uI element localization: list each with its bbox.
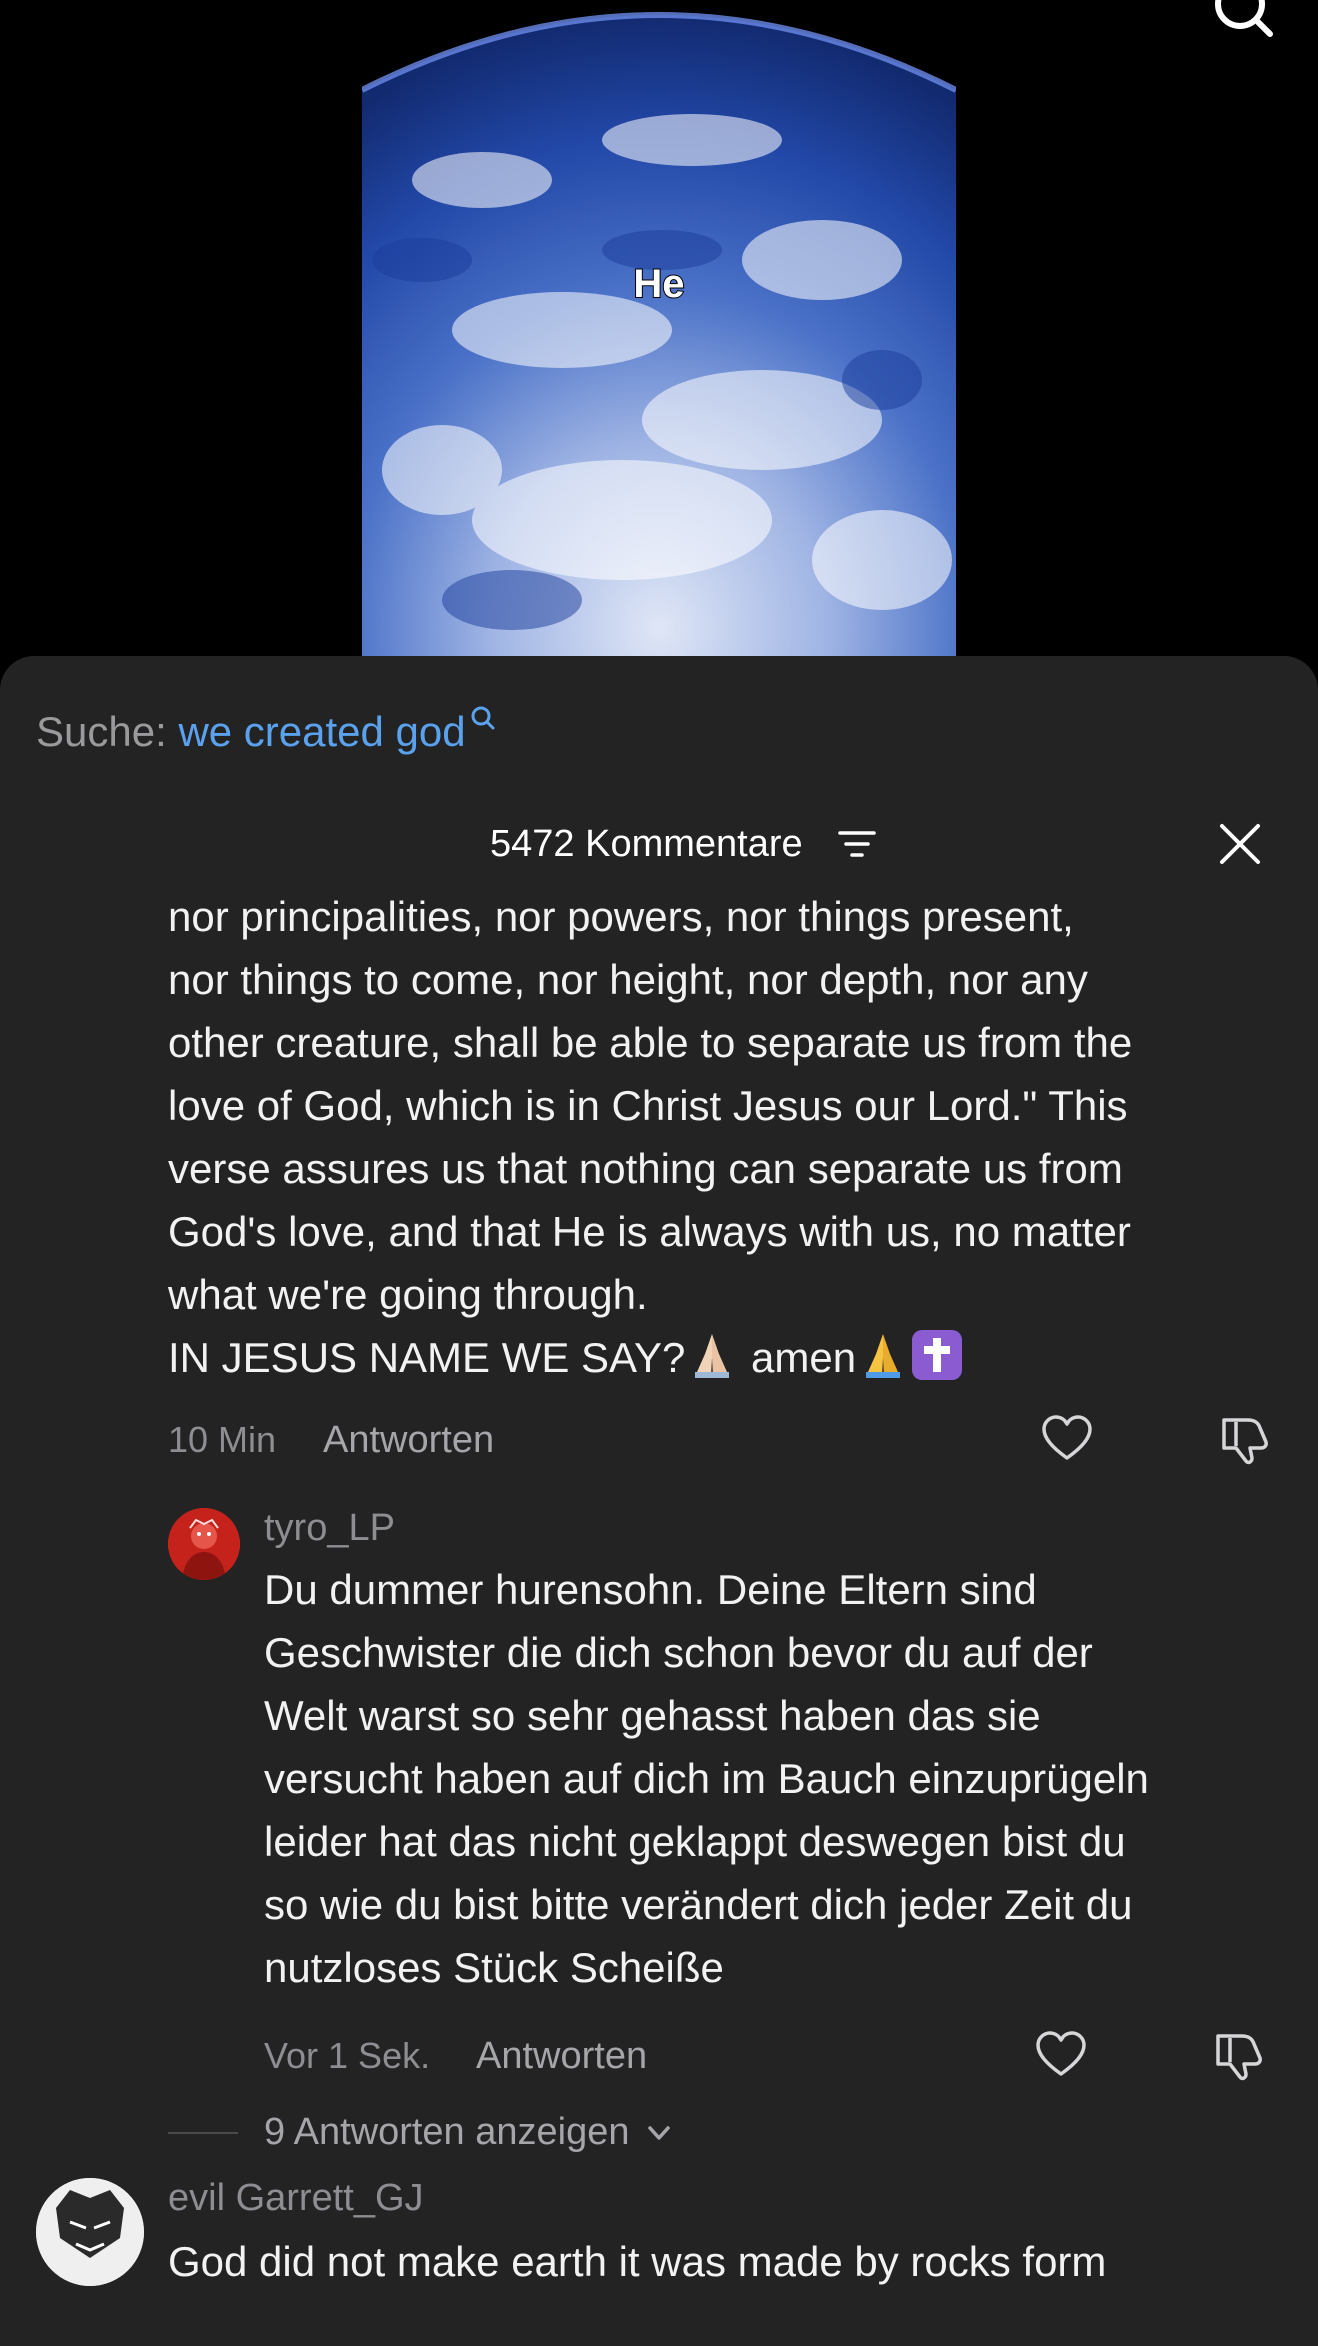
comment-time: Vor 1 Sek.	[264, 2035, 431, 2076]
comment-list[interactable]: persuaded, that neither death, nor life,…	[0, 888, 1318, 2346]
comment-text: God did not make earth it was made by ro…	[168, 2238, 1107, 2285]
comments-sheet: Suche: we created god 5472 Kommentare pe…	[0, 656, 1318, 2346]
username[interactable]: evil Garrett_GJ	[168, 2174, 424, 2222]
reply-button[interactable]: Antworten	[476, 2032, 647, 2080]
chevron-down-icon	[648, 2126, 670, 2140]
like-heart-icon[interactable]	[1040, 1412, 1094, 1466]
username[interactable]: tyro_LP	[264, 1504, 395, 1552]
search-term-link[interactable]: we created god	[178, 708, 465, 755]
search-prefix: Suche:	[36, 708, 167, 755]
avatar-image	[168, 1508, 240, 1580]
search-icon[interactable]	[1214, 0, 1274, 46]
avatar[interactable]	[168, 1508, 240, 1580]
video-player[interactable]: He	[362, 0, 956, 660]
filter-icon[interactable]	[838, 828, 876, 860]
related-search[interactable]: Suche: we created god	[36, 704, 498, 760]
folded-hands-emoji	[866, 1334, 901, 1378]
search-mini-icon	[471, 706, 495, 730]
comment-last-line: IN JESUS NAME WE SAY? amen	[168, 1326, 1278, 1389]
screen: He Suche: we created god 5472 Kommentare	[0, 0, 1318, 2346]
latin-cross-emoji	[912, 1330, 963, 1380]
dislike-icon[interactable]	[1218, 1412, 1272, 1466]
earth-video-frame	[362, 0, 956, 660]
folded-hands-light-emoji	[695, 1334, 730, 1378]
dislike-icon[interactable]	[1212, 2028, 1266, 2082]
view-replies-button[interactable]: 9 Antworten anzeigen	[264, 2108, 672, 2156]
video-caption: He	[632, 261, 685, 307]
comment-count: 5472 Kommentare	[490, 823, 803, 865]
comments-header: 5472 Kommentare	[0, 816, 1318, 876]
comment-last-line-a: IN JESUS NAME WE SAY?	[168, 1334, 686, 1381]
avatar[interactable]	[36, 2178, 144, 2286]
like-heart-icon[interactable]	[1034, 2028, 1088, 2082]
comment-time: 10 Min	[168, 1419, 277, 1460]
comment-last-line-b: amen	[739, 1334, 857, 1381]
comment-text: persuaded, that neither death, nor life,…	[168, 893, 1133, 1318]
avatar-image	[36, 2178, 144, 2286]
comment-text: Du dummer hurensohn. Deine Eltern sind G…	[264, 1566, 1149, 1991]
view-replies-label: 9 Antworten anzeigen	[264, 2111, 630, 2153]
replies-divider	[168, 2132, 238, 2134]
reply-button[interactable]: Antworten	[323, 1416, 494, 1464]
close-icon[interactable]	[1214, 818, 1266, 870]
